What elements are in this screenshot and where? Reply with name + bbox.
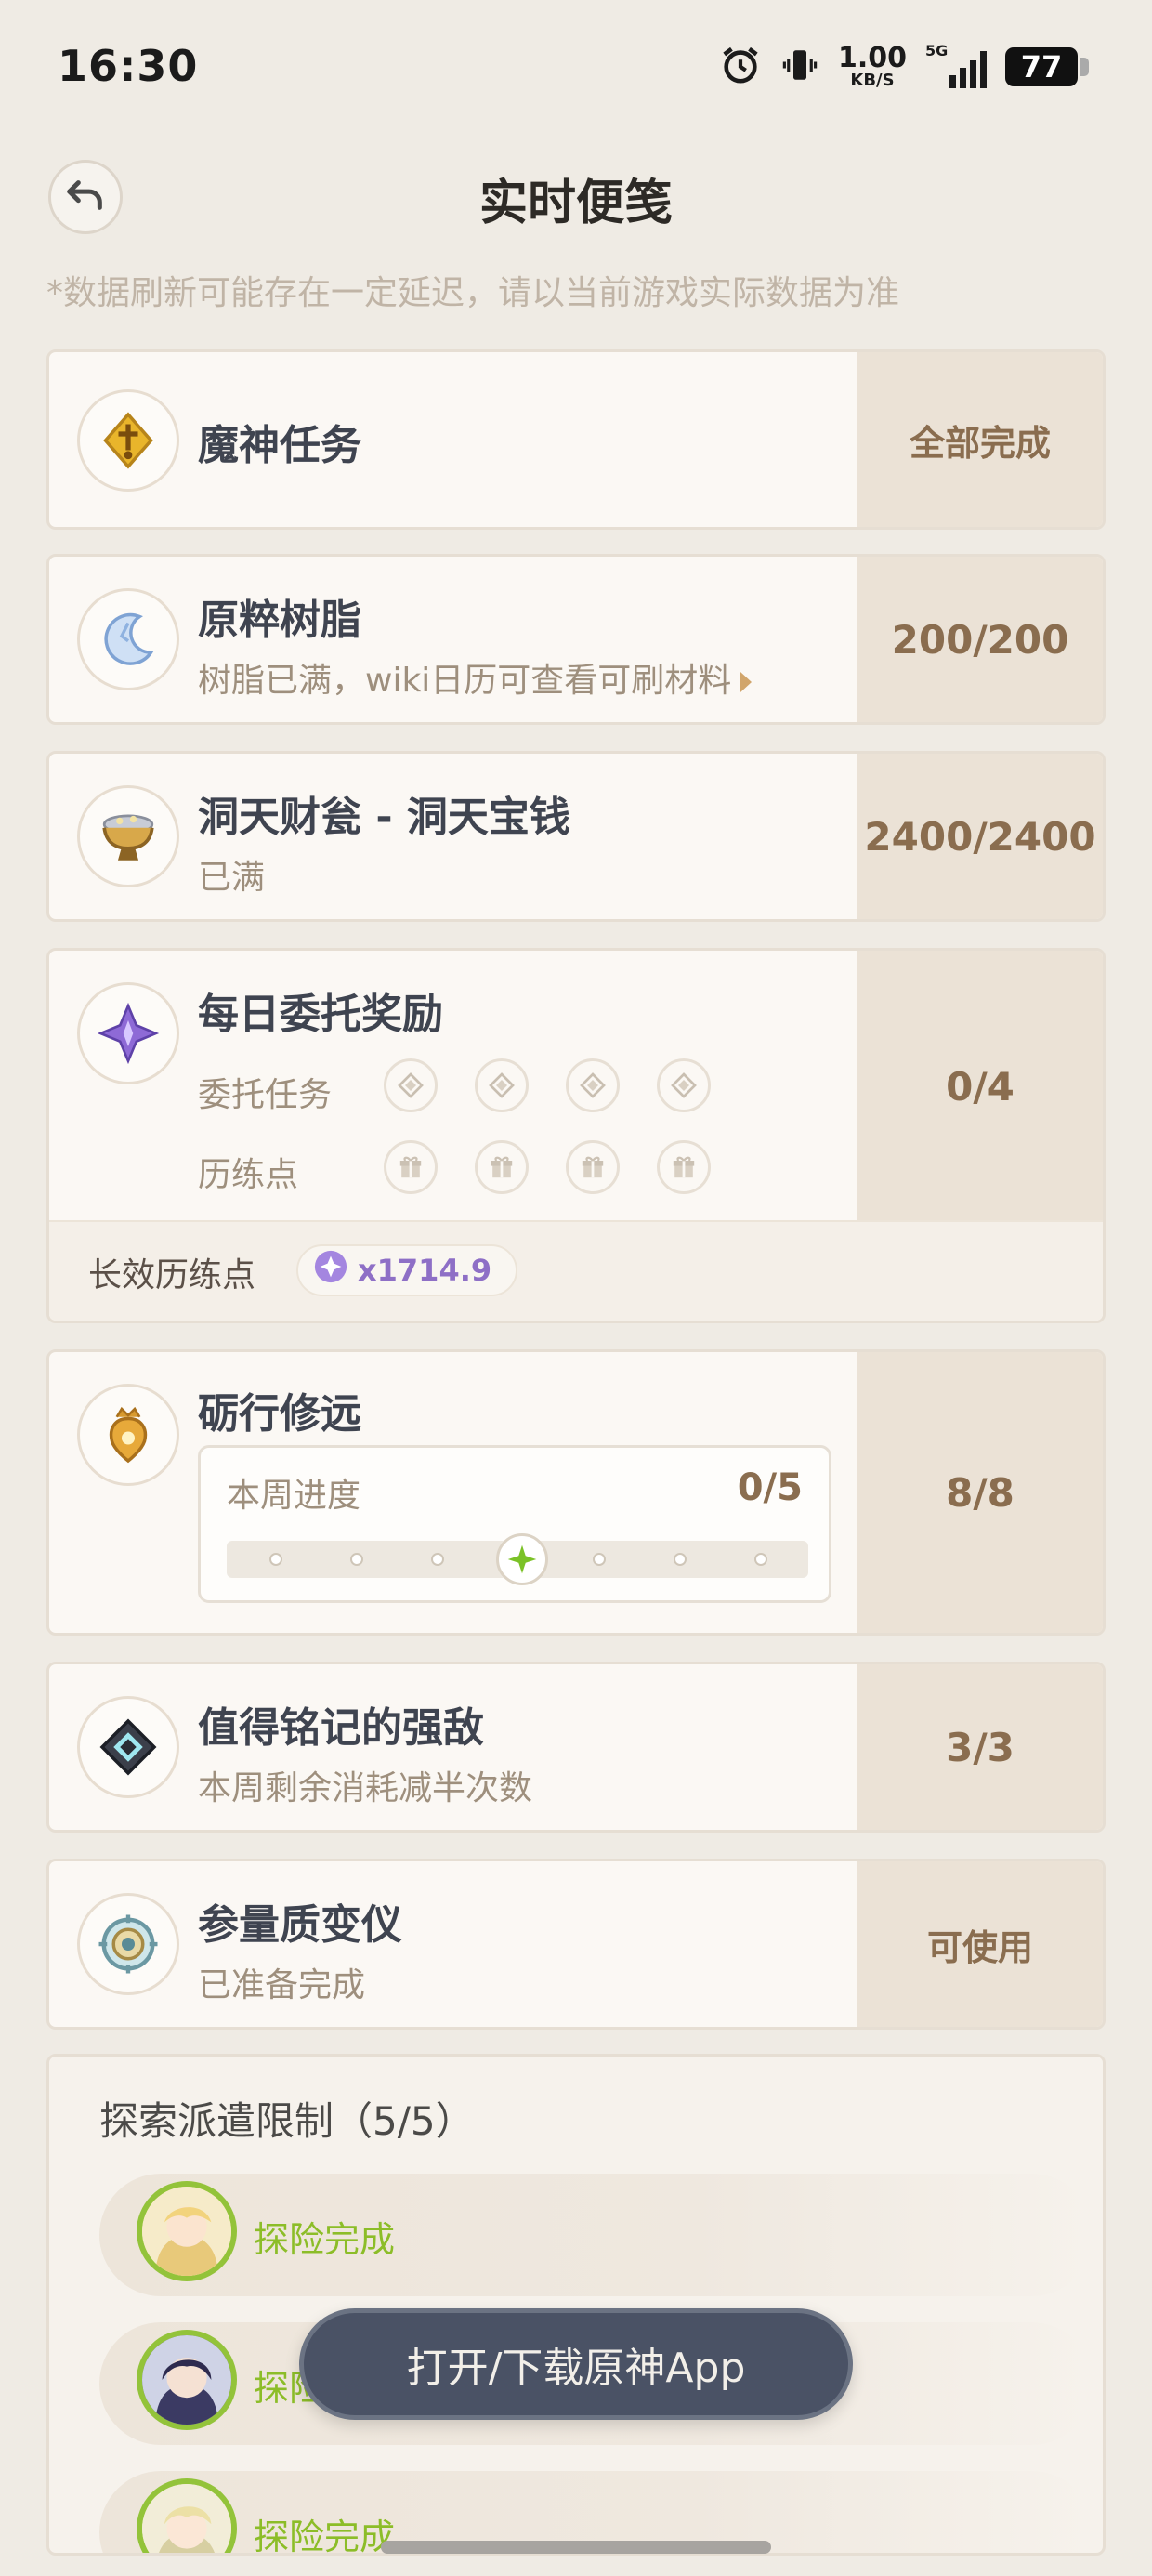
- encounter-point-slots: [384, 1140, 711, 1194]
- commission-slot-icon: [566, 1058, 620, 1112]
- gift-icon: [384, 1140, 438, 1194]
- net-speed-value: 1.00: [837, 42, 907, 74]
- archon-quest-icon: [77, 389, 179, 492]
- weekly-trial-card[interactable]: 砺行修远 本周进度 0/5 8/8: [46, 1349, 1106, 1636]
- progress-star-icon: [496, 1533, 548, 1585]
- status-time: 16:30: [58, 41, 199, 91]
- realm-currency-value: 2400/2400: [857, 754, 1103, 919]
- progress-dot: [754, 1553, 767, 1566]
- character-avatar: [137, 2181, 237, 2281]
- daily-commission-value: 0/4: [857, 951, 1103, 1222]
- expedition-row[interactable]: 探险完成: [99, 2174, 1093, 2296]
- resin-title: 原粹树脂: [198, 597, 361, 644]
- weekly-progress-box: 本周进度 0/5: [198, 1445, 831, 1603]
- commission-star-icon: [77, 982, 179, 1084]
- disclaimer-text: *数据刷新可能存在一定延迟，请以当前游戏实际数据为准: [46, 274, 900, 312]
- open-app-button[interactable]: 打开/下载原神App: [299, 2308, 853, 2420]
- expedition-status: 探险完成: [254, 2219, 396, 2260]
- weekly-boss-value: 3/3: [857, 1664, 1103, 1830]
- progress-dot: [350, 1553, 363, 1566]
- progress-dot: [431, 1553, 444, 1566]
- resin-icon: [77, 588, 179, 690]
- boss-diamond-icon: [77, 1696, 179, 1798]
- gift-icon: [475, 1140, 529, 1194]
- weekly-trial-title: 砺行修远: [198, 1390, 361, 1438]
- realm-currency-subtitle: 已满: [198, 859, 266, 897]
- commission-slot-icon: [657, 1058, 711, 1112]
- archon-quest-title: 魔神任务: [198, 422, 361, 469]
- realm-currency-title: 洞天财瓮 - 洞天宝钱: [198, 794, 570, 841]
- transformer-title: 参量质变仪: [198, 1901, 402, 1949]
- gift-icon: [657, 1140, 711, 1194]
- expedition-card: 探索派遣限制（5/5） 探险完成 探险完成 探险完成: [46, 2054, 1106, 2556]
- expedition-title: 探索派遣限制（5/5）: [99, 2098, 475, 2144]
- resin-subtitle-link[interactable]: 树脂已满，wiki日历可查看可刷材料: [198, 653, 753, 702]
- weekly-trial-value: 8/8: [857, 1352, 1103, 1633]
- progress-dot: [593, 1553, 606, 1566]
- long-encounter-bar: 长效历练点 x1714.9: [49, 1220, 1103, 1321]
- weekly-boss-card[interactable]: 值得铭记的强敌 本周剩余消耗减半次数 3/3: [46, 1662, 1106, 1833]
- realm-currency-card[interactable]: 洞天财瓮 - 洞天宝钱 已满 2400/2400: [46, 751, 1106, 922]
- archon-quest-card[interactable]: 魔神任务 全部完成: [46, 349, 1106, 530]
- daily-commission-card[interactable]: 每日委托奖励 委托任务 历练点 0/4 长效历练点 x1714.9: [46, 948, 1106, 1323]
- commission-tasks-label: 委托任务: [198, 1076, 333, 1114]
- resin-value: 200/200: [857, 557, 1103, 722]
- status-icons: 1.00 KB/S 5G 77: [719, 41, 1089, 93]
- character-avatar: [137, 2330, 237, 2430]
- signal-icon: 5G: [925, 42, 987, 88]
- encounter-points-label: 历练点: [198, 1156, 299, 1194]
- vibrate-icon: [780, 44, 819, 90]
- progress-dot: [674, 1553, 687, 1566]
- trial-crest-icon: [77, 1384, 179, 1486]
- transformer-card[interactable]: 参量质变仪 已准备完成 可使用: [46, 1859, 1106, 2030]
- status-bar: 16:30 1.00 KB/S 5G 77: [0, 0, 1152, 139]
- weekly-boss-subtitle: 本周剩余消耗减半次数: [198, 1769, 533, 1807]
- daily-commission-title: 每日委托奖励: [198, 991, 443, 1038]
- commission-task-slots: [384, 1058, 711, 1112]
- commission-slot-icon: [475, 1058, 529, 1112]
- home-indicator[interactable]: [381, 2541, 771, 2554]
- resin-subtitle: 树脂已满，wiki日历可查看可刷材料: [198, 662, 732, 700]
- character-avatar: [137, 2478, 237, 2553]
- transformer-icon: [77, 1893, 179, 1995]
- archon-quest-value: 全部完成: [857, 352, 1103, 527]
- long-encounter-pill: x1714.9: [296, 1244, 518, 1296]
- transformer-subtitle: 已准备完成: [198, 1966, 366, 2004]
- network-type: 5G: [925, 42, 949, 59]
- encounter-point-icon: [313, 1249, 348, 1292]
- long-encounter-label: 长效历练点: [88, 1256, 256, 1295]
- battery-indicator: 77: [1005, 47, 1089, 86]
- weekly-boss-title: 值得铭记的强敌: [198, 1704, 484, 1752]
- page-title: 实时便笺: [478, 176, 673, 231]
- resin-card[interactable]: 原粹树脂 树脂已满，wiki日历可查看可刷材料 200/200: [46, 554, 1106, 725]
- weekly-progress-track: [227, 1533, 808, 1585]
- long-encounter-value: x1714.9: [358, 1253, 492, 1288]
- gift-icon: [566, 1140, 620, 1194]
- progress-dot: [269, 1553, 282, 1566]
- alarm-icon: [719, 44, 762, 90]
- expedition-status: 探险完成: [254, 2517, 396, 2556]
- treasure-bowl-icon: [77, 785, 179, 887]
- weekly-progress-label: 本周进度: [227, 1477, 361, 1515]
- net-speed-unit: KB/S: [850, 71, 895, 90]
- net-speed: 1.00 KB/S: [838, 45, 907, 89]
- arrow-right-icon: [740, 672, 753, 692]
- commission-slot-icon: [384, 1058, 438, 1112]
- transformer-value: 可使用: [857, 1861, 1103, 2027]
- weekly-progress-value: 0/5: [737, 1466, 803, 1509]
